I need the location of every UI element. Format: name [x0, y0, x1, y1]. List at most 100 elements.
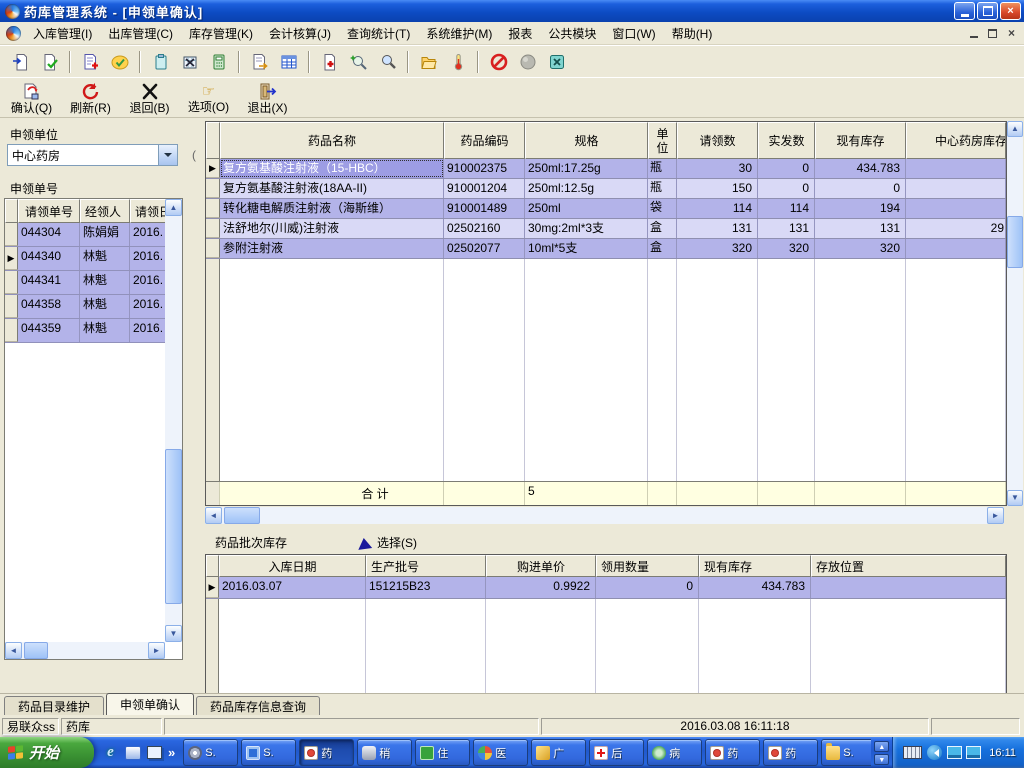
order-row[interactable]: 044359 林魁 2016.: [5, 319, 182, 343]
menu-inbound[interactable]: 入库管理(I): [25, 23, 100, 44]
task-button[interactable]: 后: [589, 739, 645, 766]
mdi-close-button[interactable]: ×: [1003, 26, 1020, 41]
refresh-button[interactable]: 刷新(R): [61, 79, 120, 118]
mdi-restore-button[interactable]: [984, 26, 1001, 41]
hscroll-thumb[interactable]: [24, 642, 48, 659]
verify-doc-button[interactable]: [35, 48, 64, 76]
scroll-right-button[interactable]: ►: [148, 642, 165, 659]
vscroll-thumb[interactable]: [165, 449, 182, 604]
request-unit-select[interactable]: 中心药房: [7, 144, 178, 166]
task-button-active[interactable]: 药: [299, 739, 355, 766]
approve-check-button[interactable]: [105, 48, 134, 76]
start-button[interactable]: 开始: [0, 737, 94, 768]
combo-dropdown-button[interactable]: [158, 145, 177, 165]
scroll-down-button[interactable]: ▼: [1007, 490, 1023, 506]
thermometer-button[interactable]: [443, 48, 472, 76]
network-tray-icon[interactable]: [966, 746, 982, 759]
minimize-button[interactable]: [954, 2, 975, 20]
task-button[interactable]: S.: [821, 739, 872, 766]
scroll-right-button[interactable]: ►: [987, 507, 1004, 524]
search-new-button[interactable]: [344, 48, 373, 76]
scroll-up-button[interactable]: ▲: [1007, 121, 1023, 137]
menu-accounting[interactable]: 会计核算(J): [261, 23, 339, 44]
options-button[interactable]: ☞ 选项(O): [179, 79, 238, 118]
scroll-up-button[interactable]: ▲: [165, 199, 182, 216]
total-count: 5: [525, 482, 648, 505]
vscroll-thumb[interactable]: [1007, 216, 1023, 268]
menu-reports[interactable]: 报表: [500, 23, 540, 44]
export-doc-button[interactable]: [245, 48, 274, 76]
return-button[interactable]: 退回(B): [120, 79, 179, 118]
task-button[interactable]: 药: [705, 739, 761, 766]
disabled-circle-button[interactable]: [513, 48, 542, 76]
forbid-button[interactable]: [484, 48, 513, 76]
menu-outbound[interactable]: 出库管理(C): [100, 23, 181, 44]
menu-common-modules[interactable]: 公共模块: [540, 23, 604, 44]
task-button[interactable]: 药: [763, 739, 819, 766]
drug-table-vscrollbar[interactable]: ▲ ▼: [1007, 121, 1023, 506]
order-row-current[interactable]: ▶ 044340 林魁 2016.: [5, 247, 182, 271]
select-batch-button[interactable]: 选择(S): [355, 530, 417, 551]
task-button[interactable]: S.: [241, 739, 297, 766]
menu-inventory[interactable]: 库存管理(K): [181, 23, 261, 44]
keyboard-tray-icon[interactable]: [903, 746, 923, 759]
network-tray-icon[interactable]: [947, 746, 963, 759]
order-row[interactable]: 044358 林魁 2016.: [5, 295, 182, 319]
medical-doc-button[interactable]: [315, 48, 344, 76]
menu-window[interactable]: 窗口(W): [604, 23, 663, 44]
drug-row[interactable]: 参附注射液 02502077 10ml*5支 盒 320 320 320: [206, 239, 1006, 259]
menu-query-stats[interactable]: 查询统计(T): [339, 23, 418, 44]
drug-row-current[interactable]: ▶ 复方氨基酸注射液（15-HBC） 910002375 250ml:17.25…: [206, 159, 1006, 179]
order-row[interactable]: 044341 林魁 2016.: [5, 271, 182, 295]
add-doc-button[interactable]: [76, 48, 105, 76]
tab-drug-catalog[interactable]: 药品目录维护: [4, 696, 105, 715]
task-button[interactable]: 稍: [357, 739, 413, 766]
close-box-icon: [549, 54, 564, 69]
scroll-left-button[interactable]: ◄: [205, 507, 222, 524]
table-button[interactable]: [274, 48, 303, 76]
magnifier-button[interactable]: [373, 48, 402, 76]
current-row-indicator: ▶: [206, 159, 220, 178]
task-button[interactable]: 住: [415, 739, 471, 766]
order-list-vscrollbar[interactable]: ▲ ▼: [165, 199, 182, 642]
open-folder-button[interactable]: [414, 48, 443, 76]
hscroll-thumb[interactable]: [224, 507, 260, 524]
calculator-button[interactable]: [204, 48, 233, 76]
exit-button[interactable]: 退出(X): [238, 79, 297, 118]
batch-row-current[interactable]: ▶ 2016.03.07 151215B23 0.9922 0 434.783: [206, 577, 1006, 599]
taskbar-scroll-up[interactable]: ▲: [874, 740, 890, 752]
tab-request-confirm[interactable]: 申领单确认: [106, 693, 195, 715]
task-button[interactable]: 医: [473, 739, 529, 766]
task-button[interactable]: S.: [183, 739, 239, 766]
task-button[interactable]: 病: [647, 739, 703, 766]
taskbar-scroll-buttons[interactable]: ▲ ▼: [874, 740, 890, 766]
tab-stock-query[interactable]: 药品库存信息查询: [196, 696, 321, 715]
col-drug-code: 药品编码: [444, 122, 525, 159]
order-list-hscrollbar[interactable]: ◄ ►: [5, 642, 165, 659]
close-button[interactable]: ×: [1000, 2, 1021, 20]
task-button[interactable]: 广: [531, 739, 587, 766]
mdi-minimize-button[interactable]: [965, 26, 982, 41]
cancel-grid-button[interactable]: [175, 48, 204, 76]
drug-row[interactable]: 法舒地尔(川威)注射液 02502160 30mg:2ml*3支 盒 131 1…: [206, 219, 1006, 239]
scroll-left-button[interactable]: ◄: [5, 642, 22, 659]
mail-icon[interactable]: [124, 744, 141, 761]
order-row[interactable]: 044304 陈娟娟 2016.: [5, 223, 182, 247]
taskbar-scroll-down[interactable]: ▼: [874, 753, 890, 765]
selected-cell[interactable]: 复方氨基酸注射液（15-HBC）: [220, 159, 444, 178]
menu-system-maint[interactable]: 系统维护(M): [418, 23, 500, 44]
confirm-button[interactable]: 确认(Q): [2, 79, 61, 118]
drug-row[interactable]: 转化糖电解质注射液（海斯维） 910001489 250ml 袋 114 114…: [206, 199, 1006, 219]
restore-button[interactable]: [977, 2, 998, 20]
clipboard-button[interactable]: [146, 48, 175, 76]
language-tray-icon[interactable]: [927, 745, 943, 760]
import-doc-button[interactable]: [6, 48, 35, 76]
close-box-button[interactable]: [542, 48, 571, 76]
scroll-down-button[interactable]: ▼: [165, 625, 182, 642]
ie-icon[interactable]: e: [102, 744, 119, 761]
show-desktop-icon[interactable]: [146, 744, 163, 761]
drug-table-hscrollbar[interactable]: ◄ ►: [205, 507, 1004, 524]
menu-help[interactable]: 帮助(H): [664, 23, 721, 44]
drug-row[interactable]: 复方氨基酸注射液(18AA-II) 910001204 250ml:12.5g …: [206, 179, 1006, 199]
quick-launch-overflow-chevron[interactable]: »: [168, 745, 175, 760]
